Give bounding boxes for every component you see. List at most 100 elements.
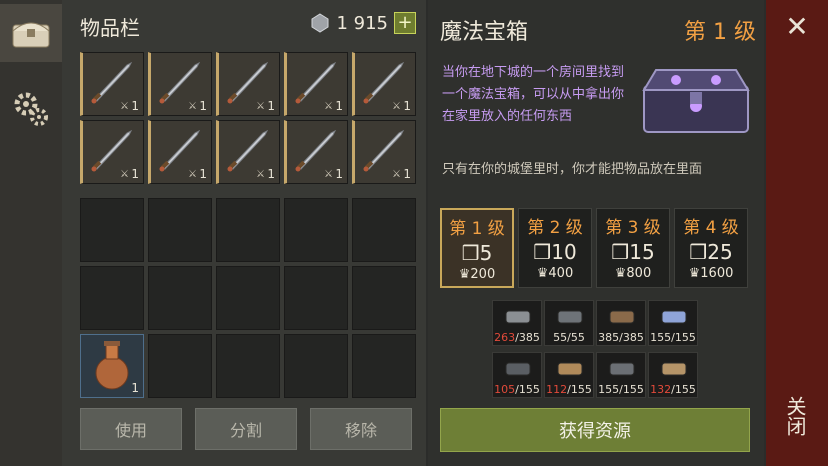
item-count: 1 xyxy=(403,167,411,181)
resource-need: 155 xyxy=(622,383,644,396)
storage-slot-empty[interactable] xyxy=(352,198,416,262)
level-title: 第 2 级 xyxy=(527,218,583,238)
sword-icon xyxy=(227,129,269,172)
sword-icon xyxy=(159,129,201,172)
weapon-slot[interactable]: ⚔ 1 xyxy=(80,52,144,116)
storage-slot-empty[interactable] xyxy=(284,334,348,398)
storage-slot-empty[interactable] xyxy=(352,334,416,398)
remove-button[interactable]: 移除 xyxy=(310,408,412,450)
storage-grid: 1 xyxy=(80,198,416,398)
level-title: 第 4 级 xyxy=(683,218,739,238)
magic-chest-image xyxy=(642,69,750,133)
close-button[interactable]: 关闭 xyxy=(783,396,810,436)
storage-slot-empty[interactable] xyxy=(148,198,212,262)
cost-value: 400 xyxy=(548,266,574,281)
weapon-type-icon: ⚔ xyxy=(392,101,401,112)
storage-slot-empty[interactable] xyxy=(216,334,280,398)
add-currency-button[interactable]: + xyxy=(394,12,416,34)
resource-need: 385 xyxy=(622,331,644,344)
resource-qty: 385/385 xyxy=(598,331,644,344)
currency-display: 1 915 + xyxy=(310,12,416,34)
resource-requirement[interactable]: 105/155 xyxy=(492,352,542,398)
sword-icon xyxy=(159,61,201,104)
storage-slot-empty[interactable] xyxy=(216,198,280,262)
resource-requirement[interactable]: 155/155 xyxy=(648,300,698,346)
item-count: 1 xyxy=(131,381,139,395)
cube-icon: ❒ xyxy=(611,240,630,264)
resource-requirement[interactable]: 385/385 xyxy=(596,300,646,346)
sword-icon xyxy=(227,61,269,104)
ingot-icon xyxy=(505,362,531,376)
resource-requirement[interactable]: 132/155 xyxy=(648,352,698,398)
weapon-slot[interactable]: ⚔ 1 xyxy=(352,120,416,184)
storage-slot-empty[interactable] xyxy=(352,266,416,330)
cube-icon: ❒ xyxy=(689,240,708,264)
level-card[interactable]: 第 3 级 ❒15 ♛800 xyxy=(596,208,670,288)
resource-have: 132 xyxy=(650,383,672,396)
get-resources-button[interactable]: 获得资源 xyxy=(440,408,750,452)
chest-note: 只有在你的城堡里时，你才能把物品放在里面 xyxy=(442,162,703,177)
weapon-slot[interactable]: ⚔ 1 xyxy=(216,120,280,184)
resource-requirement[interactable]: 263/385 xyxy=(492,300,542,346)
currency-amount: 1 915 xyxy=(336,12,388,34)
plank-icon xyxy=(557,362,583,376)
weapon-slot[interactable]: ⚔ 1 xyxy=(148,120,212,184)
level-capacity: ❒10 xyxy=(519,240,591,264)
weapon-slot[interactable]: ⚔ 1 xyxy=(352,52,416,116)
level-card[interactable]: 第 2 级 ❒10 ♛400 xyxy=(518,208,592,288)
inventory-panel: 物品栏 1 915 + ⚔ 1 ⚔ 1 ⚔ 1 ⚔ 1 ⚔ 1 ⚔ 1 ⚔ 1 ⚔ 1 ⚔ 1 ⚔ 1 1 使用 分割… xyxy=(62,0,426,466)
resource-requirement[interactable]: 55/55 xyxy=(544,300,594,346)
resource-need: 155 xyxy=(518,383,540,396)
sword-icon xyxy=(363,61,405,104)
cost-value: 1600 xyxy=(700,266,734,281)
level-card[interactable]: 第 4 级 ❒25 ♛1600 xyxy=(674,208,748,288)
level-cost: ♛1600 xyxy=(675,266,747,281)
storage-slot-empty[interactable] xyxy=(284,266,348,330)
close-icon[interactable]: ✕ xyxy=(784,13,810,41)
weapon-slot[interactable]: ⚔ 1 xyxy=(148,52,212,116)
level-card[interactable]: 第 1 级 ❒5 ♛200 xyxy=(440,208,514,288)
use-button[interactable]: 使用 xyxy=(80,408,182,450)
resource-qty: 263/385 xyxy=(494,331,540,344)
resource-need: 55 xyxy=(570,331,585,344)
storage-slot-empty[interactable] xyxy=(148,334,212,398)
inventory-title: 物品栏 xyxy=(80,16,140,40)
left-rail xyxy=(0,0,63,466)
sword-icon xyxy=(91,61,133,104)
storage-slot-empty[interactable] xyxy=(148,266,212,330)
cost-value: 200 xyxy=(470,267,496,282)
resource-have: 155 xyxy=(650,331,672,344)
item-count: 1 xyxy=(335,99,343,113)
storage-slot-empty[interactable] xyxy=(284,198,348,262)
storage-slot-empty[interactable] xyxy=(216,266,280,330)
tab-settings[interactable] xyxy=(0,80,62,138)
storage-slot-empty[interactable] xyxy=(80,198,144,262)
item-count: 1 xyxy=(131,99,139,113)
weapon-slot[interactable]: ⚔ 1 xyxy=(284,120,348,184)
weapon-type-icon: ⚔ xyxy=(188,169,197,180)
resource-have: 155 xyxy=(598,383,620,396)
detail-level: 第 1 级 xyxy=(684,20,756,45)
crown-icon: ♛ xyxy=(614,266,627,281)
item-count: 1 xyxy=(335,167,343,181)
close-rail: ✕ 关闭 xyxy=(766,0,828,466)
weapon-type-icon: ⚔ xyxy=(256,169,265,180)
storage-slot-filled[interactable]: 1 xyxy=(80,334,144,398)
stone-bar-icon xyxy=(609,362,635,376)
board-icon xyxy=(661,362,687,376)
capacity-value: 10 xyxy=(551,240,577,264)
item-count: 1 xyxy=(199,99,207,113)
resource-requirement[interactable]: 155/155 xyxy=(596,352,646,398)
storage-slot-empty[interactable] xyxy=(80,266,144,330)
tab-chest[interactable] xyxy=(0,4,62,62)
item-count: 1 xyxy=(267,167,275,181)
sword-icon xyxy=(295,129,337,172)
weapon-slot[interactable]: ⚔ 1 xyxy=(284,52,348,116)
split-button[interactable]: 分割 xyxy=(195,408,297,450)
weapon-type-icon: ⚔ xyxy=(256,101,265,112)
level-cost: ♛400 xyxy=(519,266,591,281)
resource-qty: 105/155 xyxy=(494,383,540,396)
weapon-slot[interactable]: ⚔ 1 xyxy=(216,52,280,116)
weapon-slot[interactable]: ⚔ 1 xyxy=(80,120,144,184)
resource-requirement[interactable]: 112/155 xyxy=(544,352,594,398)
